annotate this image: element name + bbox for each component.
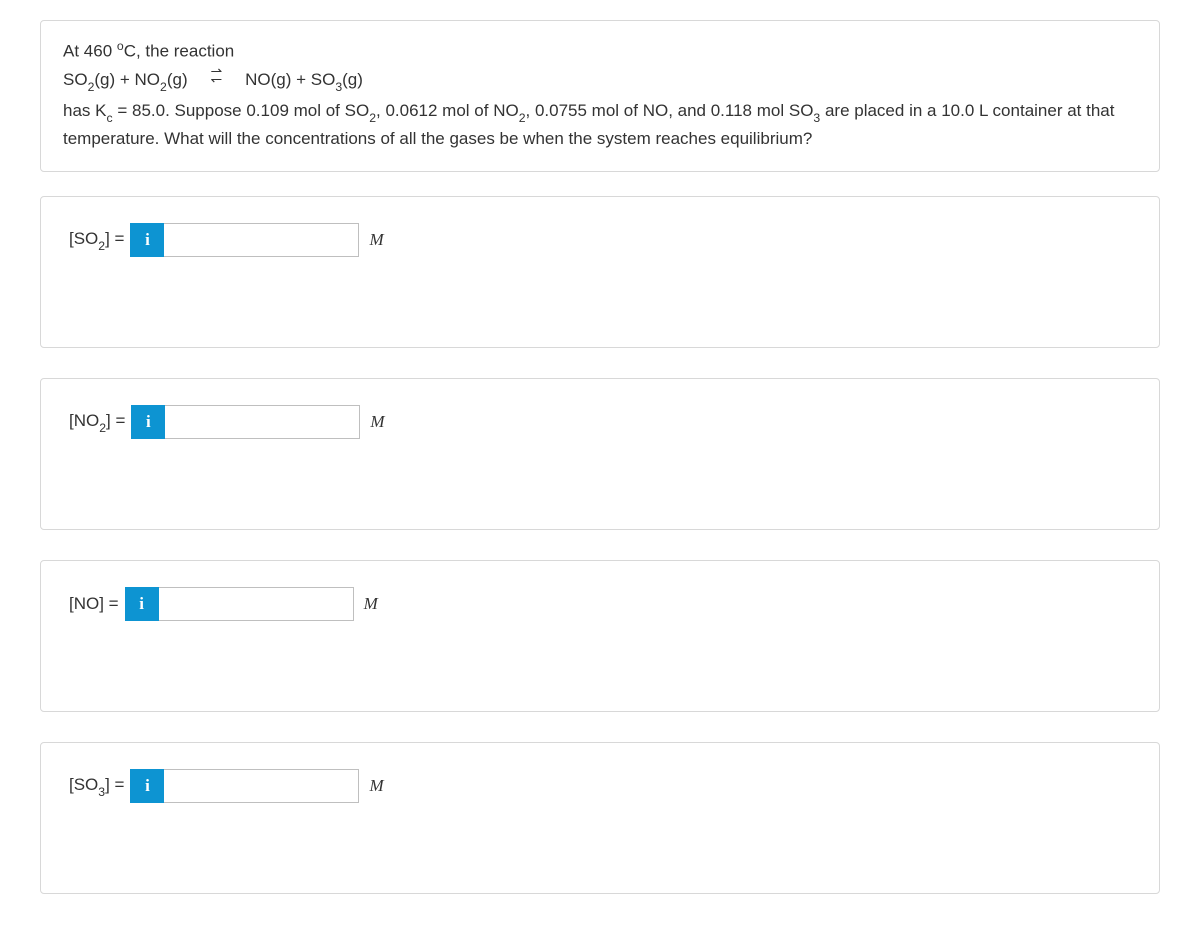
label-text: ] = — [106, 411, 125, 430]
no-input[interactable] — [159, 587, 354, 621]
unit-label: M — [364, 591, 378, 617]
so2-input[interactable] — [164, 223, 359, 257]
sub-2: 2 — [369, 111, 376, 125]
sub-2: 2 — [160, 80, 167, 94]
unit-label: M — [369, 227, 383, 253]
label-text: [NO] = — [69, 594, 119, 613]
eq-part: NO(g) + SO — [245, 70, 335, 89]
label-sub: 2 — [99, 421, 106, 435]
question-line-3: has Kc = 85.0. Suppose 0.109 mol of SO2,… — [63, 98, 1137, 151]
label-sub: 3 — [98, 785, 105, 799]
q-part: , 0.0755 mol of NO, and 0.118 mol SO — [526, 101, 814, 120]
answer-panel-no: [NO] = i M — [40, 560, 1160, 712]
temp-suffix: C, the reaction — [124, 42, 235, 61]
eq-part: (g) — [167, 70, 188, 89]
question-line-1: At 460 oC, the reaction — [63, 37, 1137, 64]
eq-part: SO — [63, 70, 88, 89]
so3-input[interactable] — [164, 769, 359, 803]
label-text: [SO — [69, 229, 98, 248]
q-part: , 0.0612 mol of NO — [376, 101, 519, 120]
sub-3: 3 — [813, 111, 820, 125]
answer-panel-no2: [NO2] = i M — [40, 378, 1160, 530]
sub-c: c — [106, 111, 112, 125]
label-no2: [NO2] = i M — [69, 405, 385, 439]
temp-prefix: At 460 — [63, 42, 117, 61]
q-part: has K — [63, 101, 106, 120]
info-icon[interactable]: i — [130, 769, 164, 803]
label-text: ] = — [105, 229, 124, 248]
answer-panel-so3: [SO3] = i M — [40, 742, 1160, 894]
unit-label: M — [370, 409, 384, 435]
eq-part: (g) + NO — [94, 70, 160, 89]
label-text: ] = — [105, 775, 124, 794]
q-part: = 85.0. Suppose 0.109 mol of SO — [113, 101, 370, 120]
label-sub: 2 — [98, 239, 105, 253]
unit-label: M — [369, 773, 383, 799]
eq-part: (g) — [342, 70, 363, 89]
info-icon[interactable]: i — [125, 587, 159, 621]
label-text: [NO — [69, 411, 99, 430]
answer-panel-so2: [SO2] = i M — [40, 196, 1160, 348]
info-icon[interactable]: i — [130, 223, 164, 257]
sub-3: 3 — [335, 80, 342, 94]
question-panel: At 460 oC, the reaction SO2(g) + NO2(g) … — [40, 20, 1160, 172]
no2-input[interactable] — [165, 405, 360, 439]
sub-2: 2 — [88, 80, 95, 94]
label-so2: [SO2] = i M — [69, 223, 384, 257]
reaction-equation: SO2(g) + NO2(g) ⇀↽ NO(g) + SO3(g) — [63, 67, 1137, 95]
label-so3: [SO3] = i M — [69, 769, 384, 803]
degree-symbol: o — [117, 39, 124, 53]
label-text: [SO — [69, 775, 98, 794]
sub-2: 2 — [519, 111, 526, 125]
info-icon[interactable]: i — [131, 405, 165, 439]
label-no: [NO] = i M — [69, 587, 378, 621]
